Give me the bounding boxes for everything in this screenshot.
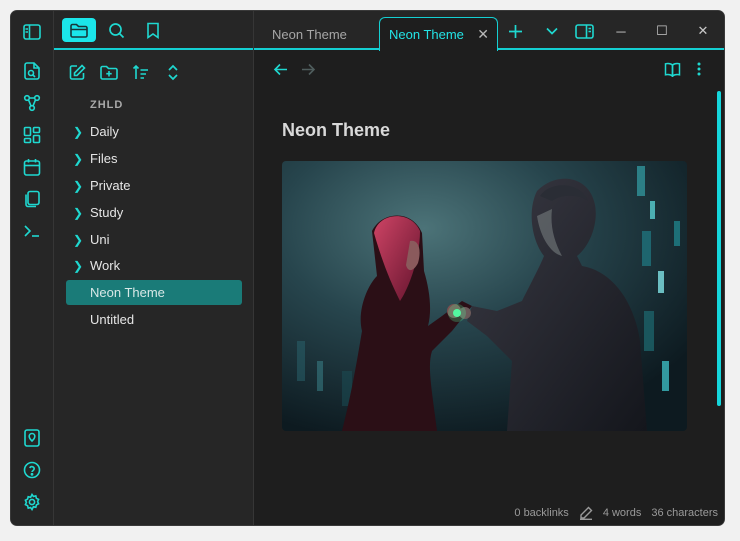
scrollbar-thumb[interactable] bbox=[717, 91, 721, 406]
word-count: 4 words bbox=[602, 507, 642, 519]
vault-name: ZHLD bbox=[90, 99, 124, 111]
sort-order-icon[interactable] bbox=[130, 61, 152, 83]
tab-neon-theme-inactive[interactable]: Neon Theme bbox=[272, 18, 347, 51]
folder-label: Daily bbox=[90, 124, 119, 139]
bookmark-icon[interactable] bbox=[136, 18, 170, 42]
folder-label: Private bbox=[90, 178, 131, 193]
tab-list-dropdown-icon[interactable] bbox=[541, 20, 563, 42]
back-arrow-icon[interactable] bbox=[269, 58, 291, 80]
note-embedded-image bbox=[282, 161, 687, 431]
folder-item-study[interactable]: ❯ Study bbox=[66, 200, 242, 225]
main-editor-area: Neon Theme Neon Theme ✕ ─ ☐ ✕ Neon Theme… bbox=[254, 11, 724, 525]
settings-icon[interactable] bbox=[21, 491, 43, 513]
chevron-right-icon: ❯ bbox=[72, 178, 84, 193]
close-window-icon[interactable]: ✕ bbox=[692, 20, 714, 42]
vault-switcher-icon[interactable] bbox=[21, 427, 43, 449]
toggle-right-sidebar-icon[interactable] bbox=[573, 20, 595, 42]
character-count: 36 characters bbox=[651, 507, 718, 519]
app-window: ZHLD ❯ Daily ❯ Files ❯ Private ❯ Study ❯… bbox=[10, 10, 725, 526]
editing-mode-pencil-icon[interactable] bbox=[579, 506, 593, 520]
daily-note-icon[interactable] bbox=[21, 156, 43, 178]
chevron-right-icon: ❯ bbox=[72, 258, 84, 273]
folder-label: Study bbox=[90, 205, 124, 220]
forward-arrow-icon[interactable] bbox=[297, 58, 319, 80]
file-label: Untitled bbox=[90, 312, 135, 327]
close-tab-icon[interactable]: ✕ bbox=[477, 26, 489, 43]
new-folder-icon[interactable] bbox=[98, 61, 120, 83]
tab-neon-theme-active[interactable]: Neon Theme ✕ bbox=[379, 17, 498, 51]
sidebar-toggle-icon[interactable] bbox=[21, 21, 43, 43]
status-bar: 0 backlinks 4 words 36 characters bbox=[514, 506, 718, 520]
folder-item-private[interactable]: ❯ Private bbox=[66, 173, 242, 198]
tab-label: Neon Theme bbox=[389, 27, 464, 42]
chevron-right-icon: ❯ bbox=[72, 232, 84, 247]
folder-label: Files bbox=[90, 151, 118, 166]
chevron-right-icon: ❯ bbox=[72, 205, 84, 220]
note-title: Neon Theme bbox=[282, 120, 391, 140]
backlinks-count[interactable]: 0 backlinks bbox=[514, 507, 568, 519]
search-icon[interactable] bbox=[99, 18, 133, 42]
more-options-icon[interactable] bbox=[688, 58, 710, 80]
file-item-neon-theme[interactable]: Neon Theme bbox=[66, 280, 242, 305]
command-palette-icon[interactable] bbox=[21, 220, 43, 242]
folder-item-work[interactable]: ❯ Work bbox=[66, 253, 242, 278]
tab-label: Neon Theme bbox=[272, 27, 347, 42]
expand-collapse-icon[interactable] bbox=[162, 61, 184, 83]
new-note-icon[interactable] bbox=[66, 61, 88, 83]
file-item-untitled[interactable]: Untitled bbox=[66, 307, 242, 332]
new-tab-icon[interactable] bbox=[504, 20, 526, 42]
open-quick-switcher-icon[interactable] bbox=[21, 60, 43, 82]
folder-label: Uni bbox=[90, 232, 110, 247]
canvas-icon[interactable] bbox=[21, 124, 43, 146]
help-icon[interactable] bbox=[21, 459, 43, 481]
maximize-icon[interactable]: ☐ bbox=[651, 20, 673, 42]
chevron-right-icon: ❯ bbox=[72, 151, 84, 166]
sidebar-tab-bar bbox=[54, 11, 253, 50]
file-label: Neon Theme bbox=[90, 285, 165, 300]
graph-view-icon[interactable] bbox=[21, 92, 43, 114]
folder-item-daily[interactable]: ❯ Daily bbox=[66, 119, 242, 144]
templates-icon[interactable] bbox=[21, 188, 43, 210]
chevron-right-icon: ❯ bbox=[72, 124, 84, 139]
file-explorer-sidebar: ZHLD ❯ Daily ❯ Files ❯ Private ❯ Study ❯… bbox=[54, 11, 254, 525]
files-tab-folder-icon[interactable] bbox=[62, 18, 96, 42]
folder-item-uni[interactable]: ❯ Uni bbox=[66, 227, 242, 252]
ribbon bbox=[11, 11, 54, 525]
minimize-icon[interactable]: ─ bbox=[610, 20, 632, 42]
reading-view-book-icon[interactable] bbox=[661, 58, 683, 80]
folder-label: Work bbox=[90, 258, 121, 273]
folder-item-files[interactable]: ❯ Files bbox=[66, 146, 242, 171]
tab-bar: Neon Theme Neon Theme ✕ ─ ☐ ✕ bbox=[254, 11, 724, 51]
